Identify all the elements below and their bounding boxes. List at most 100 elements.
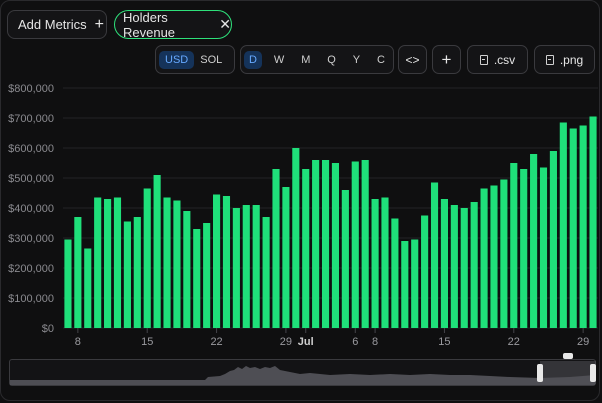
bar[interactable]	[213, 194, 221, 329]
bar[interactable]	[262, 217, 270, 328]
bar[interactable]	[312, 160, 320, 328]
x-tick-label: 22	[210, 336, 222, 348]
y-tick-label: $600,000	[8, 143, 54, 155]
bar[interactable]	[153, 175, 161, 328]
export-png-label: .png	[559, 52, 584, 67]
file-export-icon	[545, 54, 554, 65]
metric-chip-holders-revenue[interactable]: Holders Revenue ✕	[114, 9, 232, 40]
bar[interactable]	[381, 197, 389, 329]
file-export-icon	[479, 54, 488, 65]
export-csv-button[interactable]: .csv	[467, 45, 528, 74]
bar[interactable]	[242, 205, 250, 328]
bar[interactable]	[450, 205, 458, 328]
bar-chart: $0 $100,000 $200,000 $300,000 $400,000 $500,0…	[8, 83, 598, 348]
bar[interactable]	[559, 122, 567, 329]
bar[interactable]	[222, 196, 231, 328]
y-tick-label: $700,000	[8, 113, 54, 125]
brush-left-handle[interactable]	[537, 364, 543, 382]
export-png-button[interactable]: .png	[534, 45, 595, 74]
x-tick-label: 29	[280, 336, 292, 348]
bar[interactable]	[510, 163, 518, 328]
bar[interactable]	[490, 185, 498, 329]
bar[interactable]	[460, 208, 468, 328]
embed-code-button[interactable]: <>	[398, 45, 427, 74]
timeframe-week[interactable]: W	[269, 51, 289, 69]
x-tick-label: 22	[508, 336, 520, 348]
brush-right-handle[interactable]	[590, 364, 596, 382]
bar[interactable]	[401, 241, 409, 328]
bar[interactable]	[113, 197, 122, 329]
range-brush[interactable]	[540, 361, 596, 384]
metric-chip-label: Holders Revenue	[123, 9, 176, 40]
brush-drag-grip[interactable]	[563, 353, 573, 359]
bar[interactable]	[520, 169, 528, 328]
add-chart-button[interactable]: +	[432, 45, 461, 74]
bar[interactable]	[430, 182, 439, 329]
bar[interactable]	[411, 239, 419, 329]
x-tick-label: Jul	[298, 336, 314, 348]
bar[interactable]	[421, 215, 429, 329]
bar[interactable]	[500, 179, 508, 329]
timeframe-toggle: D W M Q Y C	[240, 45, 394, 74]
timeframe-month[interactable]: M	[296, 51, 315, 69]
bar[interactable]	[321, 160, 330, 328]
bar[interactable]	[143, 188, 151, 329]
bar[interactable]	[371, 199, 379, 328]
bar[interactable]	[292, 148, 300, 328]
bar[interactable]	[480, 188, 488, 329]
bar[interactable]	[539, 167, 548, 329]
bar[interactable]	[341, 190, 349, 328]
close-icon[interactable]: ✕	[219, 16, 231, 33]
x-tick-label: 15	[141, 336, 153, 348]
bar[interactable]	[351, 161, 359, 329]
currency-option-usd[interactable]: USD	[159, 50, 195, 69]
y-tick-label: $0	[42, 323, 54, 335]
x-tick-label: 29	[577, 336, 589, 348]
bar[interactable]	[391, 218, 399, 329]
bar[interactable]	[203, 223, 211, 328]
bar[interactable]	[272, 169, 280, 328]
bar[interactable]	[331, 163, 340, 328]
y-tick-label: $400,000	[8, 203, 54, 215]
bar[interactable]	[579, 125, 587, 329]
currency-toggle: USD SOL	[155, 45, 235, 74]
x-tick-label: 8	[75, 336, 81, 348]
bar[interactable]	[64, 239, 72, 329]
bar[interactable]	[84, 248, 92, 329]
add-metrics-button[interactable]: Add Metrics +	[7, 10, 107, 39]
bar[interactable]	[470, 202, 478, 328]
range-navigator[interactable]	[9, 353, 596, 386]
timeframe-year[interactable]: Y	[348, 51, 365, 69]
y-tick-label: $800,000	[8, 83, 54, 95]
x-tick-label: 15	[438, 336, 450, 348]
y-tick-label: $500,000	[8, 173, 54, 185]
currency-option-sol[interactable]: SOL	[194, 51, 228, 69]
timeframe-quarter[interactable]: Q	[322, 51, 341, 69]
bar[interactable]	[282, 187, 290, 328]
bar[interactable]	[569, 128, 577, 329]
navigator-sparkline	[10, 366, 595, 385]
bar[interactable]	[183, 211, 191, 328]
bar[interactable]	[252, 205, 260, 328]
bar[interactable]	[74, 217, 82, 328]
bar[interactable]	[302, 169, 310, 328]
bar[interactable]	[123, 221, 131, 329]
bar[interactable]	[440, 199, 448, 328]
timeframe-day[interactable]: D	[244, 50, 262, 69]
bar[interactable]	[549, 151, 557, 328]
code-icon: <>	[405, 52, 420, 67]
bar[interactable]	[193, 229, 201, 328]
bar[interactable]	[163, 197, 171, 329]
y-tick-label: $100,000	[8, 293, 54, 305]
timeframe-custom[interactable]: C	[372, 51, 390, 69]
x-tick-label: 8	[372, 336, 378, 348]
bar[interactable]	[530, 154, 538, 328]
bar[interactable]	[173, 200, 181, 329]
bar[interactable]	[104, 199, 112, 328]
plus-icon: +	[94, 15, 104, 33]
bar[interactable]	[94, 197, 102, 329]
bar[interactable]	[232, 208, 240, 328]
bar[interactable]	[589, 116, 597, 329]
bar[interactable]	[361, 160, 369, 328]
bar[interactable]	[133, 217, 141, 328]
